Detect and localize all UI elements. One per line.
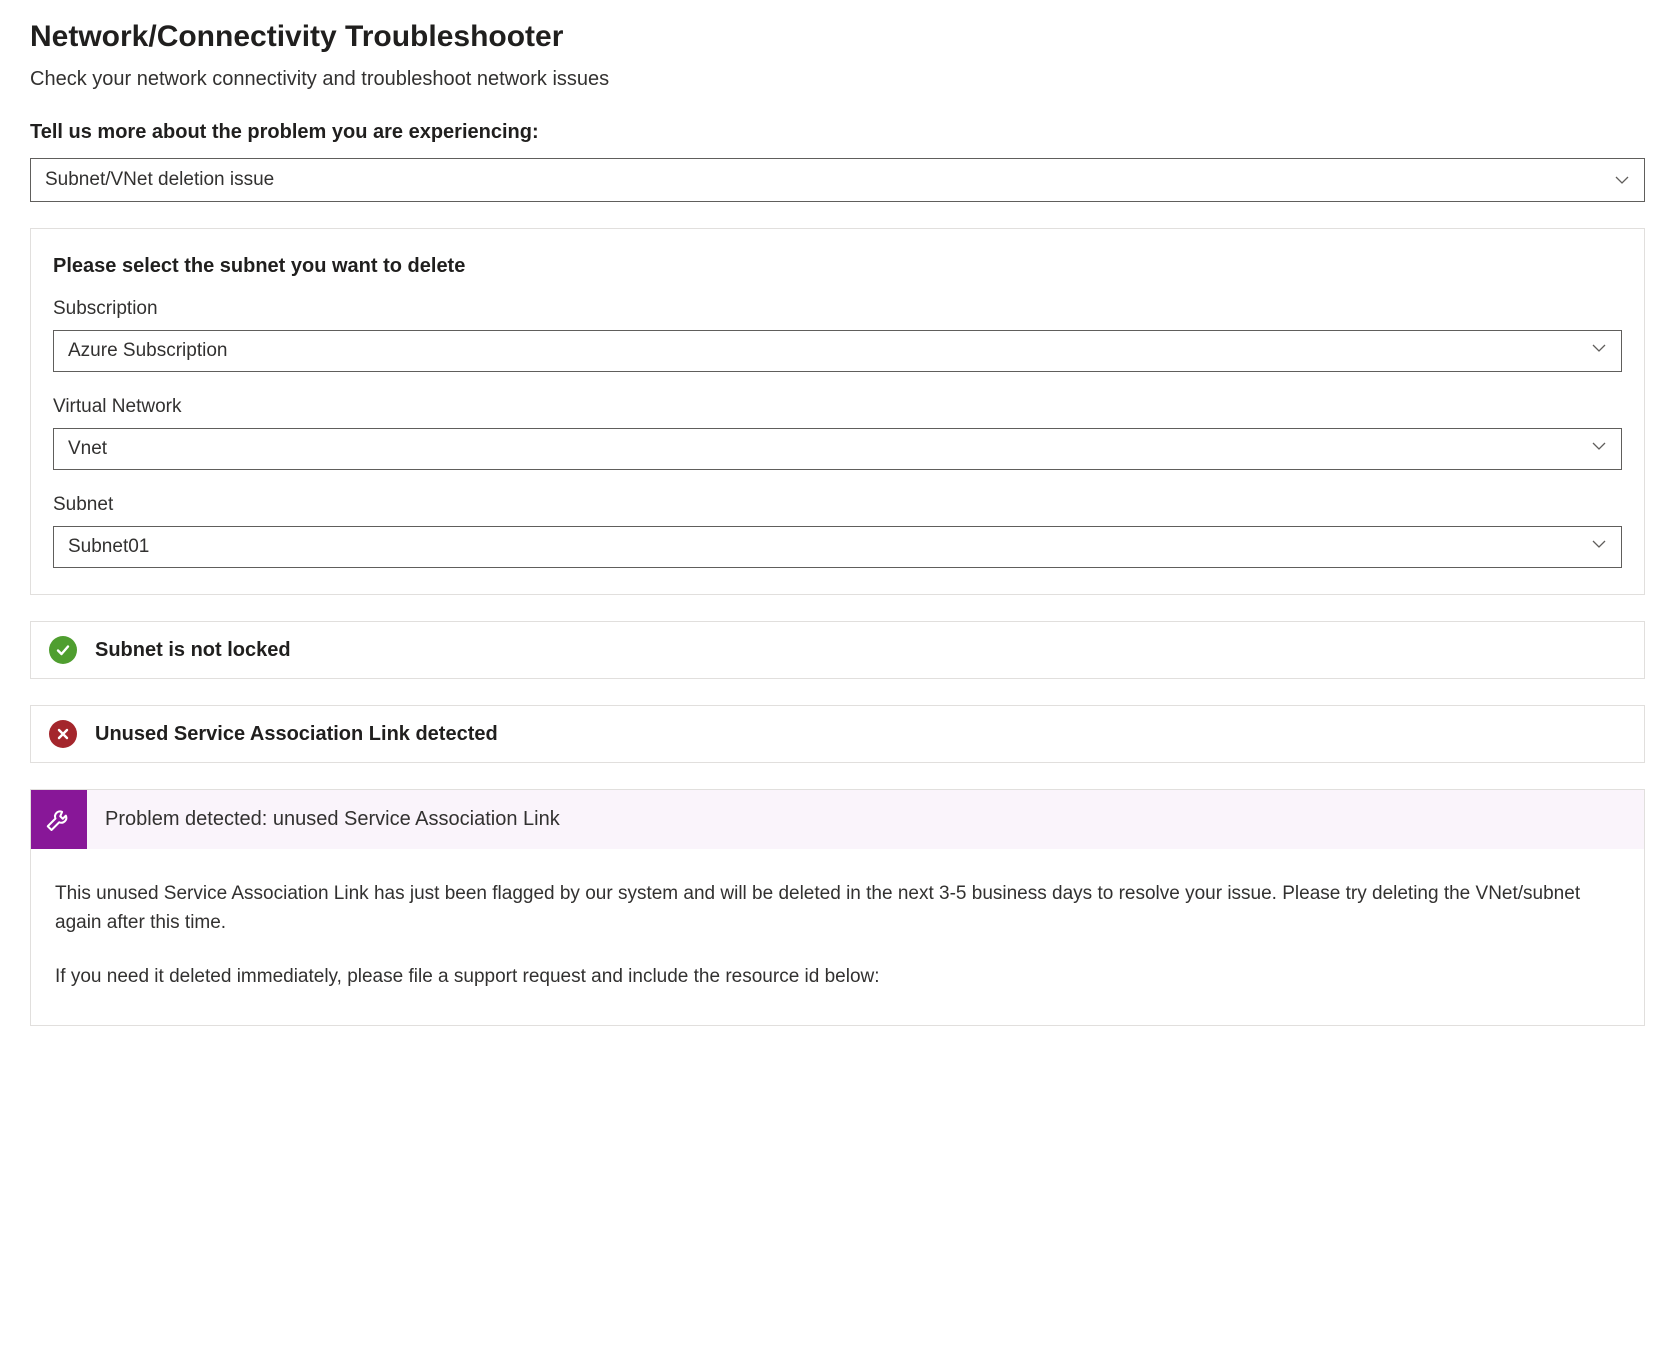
detection-paragraph-2: If you need it deleted immediately, plea…	[55, 962, 1620, 991]
problem-prompt-label: Tell us more about the problem you are e…	[30, 121, 1645, 144]
page-subtitle: Check your network connectivity and trou…	[30, 68, 1645, 91]
chevron-down-icon	[1591, 438, 1607, 460]
chevron-down-icon	[1591, 340, 1607, 362]
chevron-down-icon	[1591, 536, 1607, 558]
lock-check-row: Subnet is not locked	[30, 621, 1645, 679]
subnet-selection-panel: Please select the subnet you want to del…	[30, 228, 1645, 595]
vnet-dropdown[interactable]: Vnet	[53, 428, 1622, 470]
subnet-field: Subnet Subnet01	[53, 494, 1622, 568]
problem-detection-block: Problem detected: unused Service Associa…	[30, 789, 1645, 1026]
page-title: Network/Connectivity Troubleshooter	[30, 20, 1645, 54]
lock-check-text: Subnet is not locked	[95, 639, 291, 662]
subnet-label: Subnet	[53, 494, 1622, 516]
error-x-icon	[49, 720, 77, 748]
problem-type-value: Subnet/VNet deletion issue	[45, 169, 274, 191]
vnet-label: Virtual Network	[53, 396, 1622, 418]
vnet-field: Virtual Network Vnet	[53, 396, 1622, 470]
problem-type-dropdown[interactable]: Subnet/VNet deletion issue	[30, 158, 1645, 202]
chevron-down-icon	[1614, 172, 1630, 188]
subscription-value: Azure Subscription	[68, 340, 227, 362]
detection-header: Problem detected: unused Service Associa…	[31, 790, 1644, 849]
detection-paragraph-1: This unused Service Association Link has…	[55, 879, 1620, 938]
wrench-icon	[31, 790, 87, 849]
subnet-value: Subnet01	[68, 536, 149, 558]
success-check-icon	[49, 636, 77, 664]
subnet-panel-title: Please select the subnet you want to del…	[53, 255, 1622, 278]
detection-body: This unused Service Association Link has…	[31, 849, 1644, 1025]
subnet-dropdown[interactable]: Subnet01	[53, 526, 1622, 568]
vnet-value: Vnet	[68, 438, 107, 460]
subscription-label: Subscription	[53, 298, 1622, 320]
sal-check-row: Unused Service Association Link detected	[30, 705, 1645, 763]
subscription-field: Subscription Azure Subscription	[53, 298, 1622, 372]
sal-check-text: Unused Service Association Link detected	[95, 723, 498, 746]
subscription-dropdown[interactable]: Azure Subscription	[53, 330, 1622, 372]
detection-title: Problem detected: unused Service Associa…	[87, 790, 1644, 849]
